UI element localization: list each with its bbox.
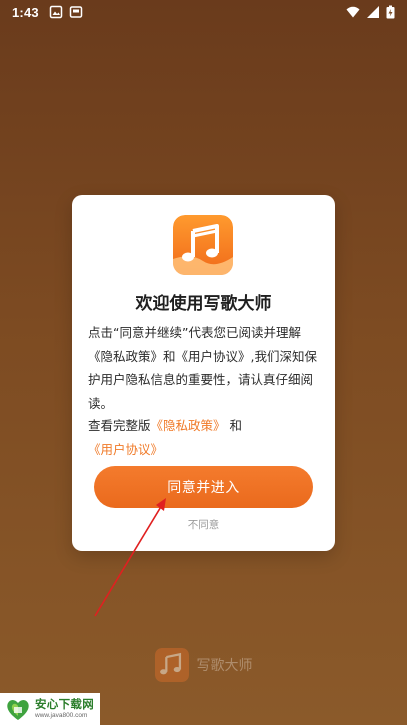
- status-time: 1:43: [12, 4, 39, 20]
- user-agreement-link[interactable]: 《用户协议》: [88, 442, 163, 457]
- screen-icon: [69, 5, 83, 19]
- status-right-icons: [346, 5, 395, 19]
- bottom-brand: 写歌大师: [0, 648, 407, 682]
- dialog-body-text: 点击“同意并继续”代表您已阅读并理解《隐私政策》和《用户协议》,我们深知保护用户…: [88, 325, 317, 411]
- links-prefix: 查看完整版: [88, 418, 151, 433]
- full-version-links: 查看完整版《隐私政策》 和 《用户协议》: [88, 414, 321, 461]
- agree-and-enter-button[interactable]: 同意并进入: [94, 466, 313, 508]
- status-bar: 1:43: [0, 0, 407, 24]
- watermark: 安心下载网 www.java800.com: [0, 693, 100, 725]
- gallery-icon: [49, 5, 63, 19]
- app-logo-music-note-icon: [173, 215, 233, 275]
- wifi-icon: [346, 5, 360, 19]
- dialog-title: 欢迎使用写歌大师: [135, 294, 272, 314]
- brand-music-note-icon: [154, 648, 189, 682]
- links-and: 和: [229, 418, 243, 433]
- watermark-url: www.java800.com: [35, 712, 88, 719]
- signal-icon: [366, 5, 380, 19]
- status-left-icons: [49, 5, 83, 19]
- privacy-policy-link[interactable]: 《隐私政策》: [151, 418, 226, 433]
- battery-icon: [386, 5, 395, 19]
- watermark-text: 安心下载网 www.java800.com: [35, 696, 94, 720]
- watermark-title: 安心下载网: [35, 696, 94, 711]
- brand-name: 写歌大师: [196, 658, 253, 674]
- disagree-button[interactable]: 不同意: [72, 516, 335, 533]
- watermark-heart-logo-icon: [4, 695, 32, 723]
- privacy-dialog: 欢迎使用写歌大师 点击“同意并继续”代表您已阅读并理解《隐私政策》和《用户协议》…: [72, 195, 335, 551]
